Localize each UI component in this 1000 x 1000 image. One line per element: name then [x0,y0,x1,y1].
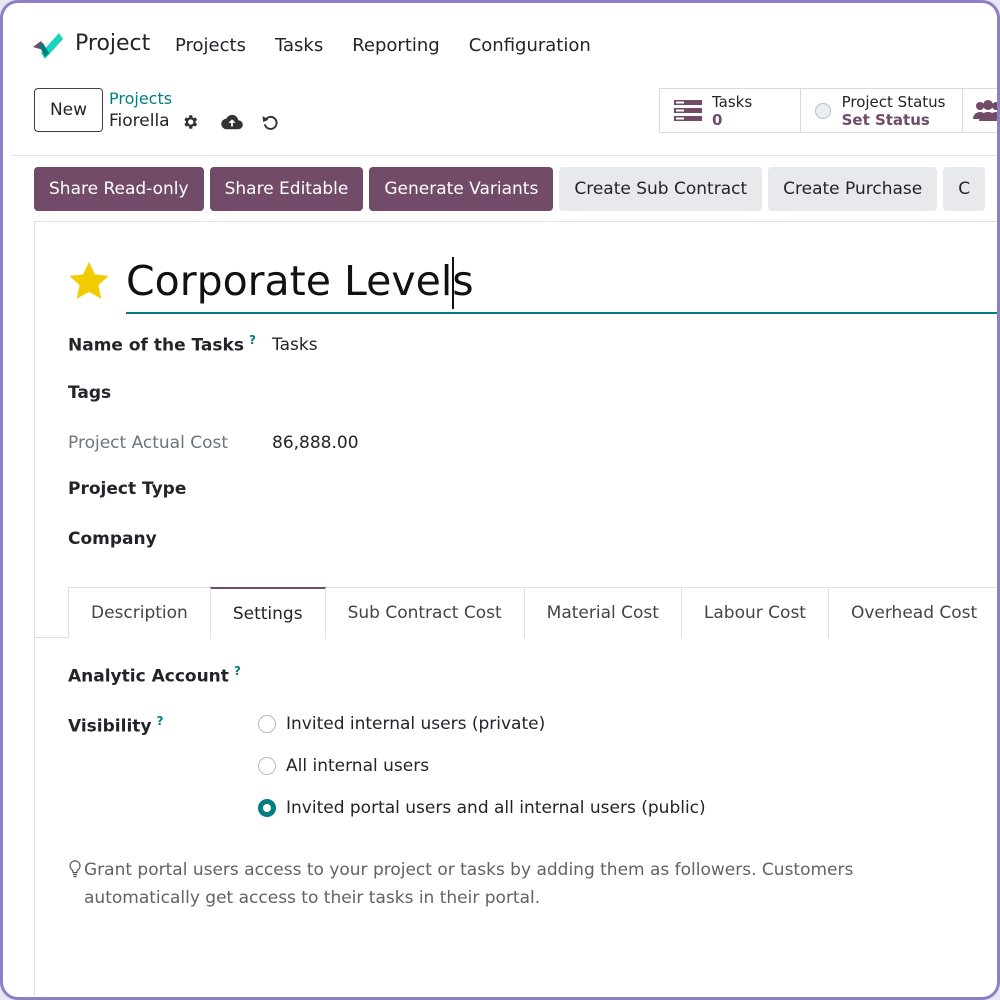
tasks-stat-label: Tasks [712,92,753,111]
help-icon[interactable]: ? [157,714,164,728]
visibility-option-label: Invited internal users (private) [286,714,546,734]
members-stat-button[interactable] [963,89,997,132]
visibility-hint: Grant portal users access to your projec… [68,856,888,912]
radio-button[interactable] [258,715,276,733]
tags-label: Tags [68,383,112,403]
tab-settings[interactable]: Settings [209,587,326,639]
generate-variants-button[interactable]: Generate Variants [369,167,554,211]
help-icon[interactable]: ? [249,333,256,347]
users-icon [973,99,997,121]
breadcrumb-projects[interactable]: Projects [109,89,172,108]
tab-overhead-cost[interactable]: Overhead Cost [827,587,997,638]
hint-line: automatically get access to their tasks … [84,888,541,908]
undo-icon[interactable] [259,111,281,133]
tasks-list-icon [674,99,702,121]
visibility-option-private[interactable]: Invited internal users (private) [258,714,545,734]
notebook-tabs: Description Settings Sub Contract Cost M… [68,587,997,639]
visibility-option-internal[interactable]: All internal users [258,756,429,776]
menu-item-configuration[interactable]: Configuration [469,35,591,56]
status-label: Project Status [841,92,946,111]
task-name-field[interactable]: Tasks [272,335,318,355]
visibility-label: Visibility? [68,714,163,737]
company-label: Company [68,529,157,549]
task-name-label: Name of the Tasks? [68,333,256,356]
gear-icon[interactable] [179,111,201,133]
text-caret [452,257,454,309]
menu-item-projects[interactable]: Projects [175,35,246,56]
overflow-action-button[interactable]: C [943,167,986,211]
sheet-border [34,221,997,222]
visibility-option-public[interactable]: Invited portal users and all internal us… [258,798,706,818]
status-circle-icon [814,102,831,119]
share-editable-button[interactable]: Share Editable [209,167,364,211]
project-status-button[interactable]: Project Status Set Status [801,89,964,132]
tasks-stat-value: 0 [712,110,723,129]
menu-item-tasks[interactable]: Tasks [275,35,323,56]
help-icon[interactable]: ? [234,664,241,678]
project-title-input[interactable]: Corporate Levels [126,257,474,305]
main-menu: Projects Tasks Reporting Configuration [175,35,591,56]
radio-button-selected[interactable] [258,799,276,817]
star-icon[interactable] [67,259,111,303]
breadcrumb-current: Fiorella [109,111,170,131]
new-button[interactable]: New [34,88,103,132]
project-logo-icon[interactable] [31,31,63,59]
actual-cost-label: Project Actual Cost [68,433,229,453]
visibility-option-label: All internal users [286,756,430,776]
action-bar: Share Read-only Share Editable Generate … [34,167,986,211]
analytic-account-label: Analytic Account? [68,664,241,687]
tab-material-cost[interactable]: Material Cost [523,587,682,638]
tab-sub-contract-cost[interactable]: Sub Contract Cost [324,587,525,638]
tab-labour-cost[interactable]: Labour Cost [680,587,829,638]
divider [11,155,997,156]
visibility-option-label: Invited portal users and all internal us… [286,798,706,818]
create-purchase-button[interactable]: Create Purchase [768,167,938,211]
title-underline [126,312,997,314]
status-value: Set Status [841,110,930,129]
radio-button[interactable] [258,757,276,775]
hint-line: Grant portal users access to your projec… [84,860,854,880]
create-sub-contract-button[interactable]: Create Sub Contract [559,167,763,211]
app-name[interactable]: Project [75,31,150,56]
actual-cost-value: 86,888.00 [272,433,359,453]
menu-item-reporting[interactable]: Reporting [352,35,440,56]
visibility-label-text: Visibility [68,716,152,737]
share-read-only-button[interactable]: Share Read-only [34,167,204,211]
project-type-label: Project Type [68,479,187,499]
stat-buttons: Tasks 0 Project Status Set Status [659,88,997,133]
tasks-stat-button[interactable]: Tasks 0 [660,89,801,132]
app-window: Project Projects Tasks Reporting Configu… [0,0,1000,1000]
task-name-label-text: Name of the Tasks [68,335,244,356]
sheet-border [34,221,35,997]
analytic-account-label-text: Analytic Account [68,666,229,687]
cloud-upload-icon[interactable] [221,111,243,133]
tab-description[interactable]: Description [68,587,211,638]
